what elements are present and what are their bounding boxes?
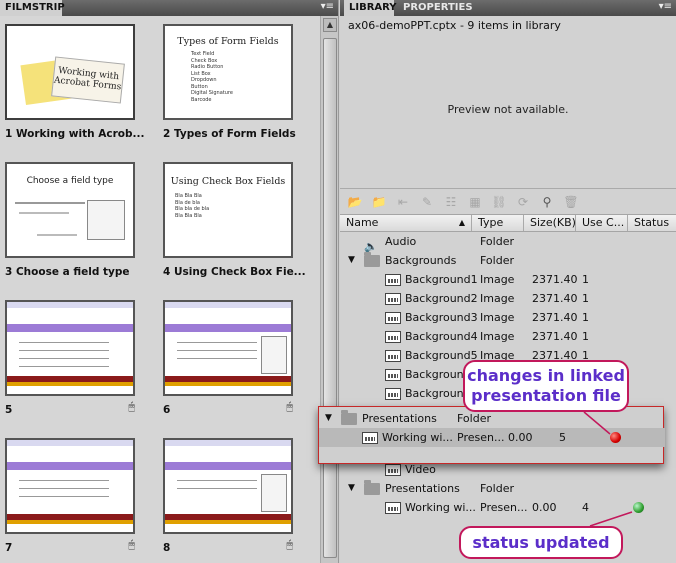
slide-image: Types of Form Fields Text Field Check Bo… [163, 24, 293, 120]
status-ok-icon [633, 502, 644, 513]
folder-icon [341, 410, 357, 425]
open-library-icon[interactable]: 📂 [346, 194, 364, 210]
image-icon [385, 274, 401, 286]
video-icon [385, 464, 401, 476]
slide-title: Types of Form Fields [177, 36, 279, 47]
library-toolbar: 📂 📁 ⇤ ✎ ☷ ▦ ⛓ ⟳ ⚲ 🗑 [340, 188, 676, 212]
slide-thumbnail-2[interactable]: Types of Form Fields Text Field Check Bo… [163, 24, 296, 140]
scroll-thumb[interactable] [323, 38, 337, 558]
filmstrip-tabbar: FILMSTRIP ▾≡ [0, 0, 338, 16]
image-icon [385, 293, 401, 305]
slide-thumbnail-8[interactable]: 8 🖱 [163, 438, 293, 554]
image-icon [385, 331, 401, 343]
slide-thumbnail-3[interactable]: Choose a field type 3 Choose a field typ… [5, 162, 135, 278]
slide-title: Working with Acrobat Forms [53, 65, 122, 93]
library-row[interactable]: Working wi... Presen... 0.00 4 [340, 498, 676, 517]
edit-icon[interactable]: ✎ [418, 194, 436, 210]
tab-library[interactable]: LIBRARY [344, 0, 397, 16]
slide-title: Using Check Box Fields [170, 176, 286, 187]
filmstrip-panel: FILMSTRIP ▾≡ Working with Acrobat Forms … [0, 0, 339, 563]
library-row[interactable]: ▼ Presentations Folder [340, 479, 676, 498]
slide-thumbnail-1[interactable]: Working with Acrobat Forms 1 Working wit… [5, 24, 145, 140]
column-size[interactable]: Size(KB) [524, 215, 576, 231]
slide-image [5, 438, 135, 534]
column-type[interactable]: Type [472, 215, 524, 231]
panel-menu-icon[interactable]: ▾≡ [659, 1, 672, 12]
callout-status-updated: status updated [459, 526, 623, 559]
slide-image [163, 438, 293, 534]
mouse-icon: 🖱 [286, 538, 293, 551]
scroll-up-icon[interactable]: ▲ [323, 18, 337, 32]
status-changed-icon [610, 432, 621, 443]
library-panel: LIBRARY PROPERTIES ▾≡ ax06-demoPPT.cptx … [340, 0, 676, 563]
usage-icon[interactable]: ▦ [466, 194, 484, 210]
library-info: ax06-demoPPT.cptx - 9 items in library [348, 19, 561, 32]
slide-caption: 4 Using Check Box Fie... [163, 266, 306, 278]
library-column-header: Name ▲ Type Size(KB) Use C... Status [340, 214, 676, 232]
presentation-icon [362, 432, 378, 444]
slide-image: Working with Acrobat Forms [5, 24, 135, 120]
library-row[interactable]: ▼ Backgrounds Folder [340, 251, 676, 270]
slide-caption: 6 [163, 404, 171, 416]
library-row[interactable]: Background3 Image 2371.40 1 [340, 308, 676, 327]
slide-image [163, 300, 293, 396]
slide-caption: 8 [163, 542, 171, 554]
slide-bullets: Bla Bla Bla Bla de bla Bla bla de bla Bl… [175, 193, 210, 219]
filmstrip-slides: Working with Acrobat Forms 1 Working wit… [0, 16, 319, 563]
expand-icon[interactable]: ▼ [325, 409, 332, 428]
slide-thumbnail-5[interactable]: 5 🖱 [5, 300, 135, 416]
select-unused-icon[interactable]: ⚲ [538, 194, 556, 210]
library-tabbar: LIBRARY PROPERTIES ▾≡ [340, 0, 676, 16]
folder-icon [364, 252, 380, 267]
library-row[interactable]: Background4 Image 2371.40 1 [340, 327, 676, 346]
panel-menu-icon[interactable]: ▾≡ [321, 1, 334, 12]
callout-changes: changes in linked presentation file [463, 360, 629, 412]
image-icon [385, 350, 401, 362]
mouse-icon: 🖱 [286, 400, 293, 413]
filmstrip-scrollbar[interactable]: ▲ [320, 16, 338, 563]
column-use-count[interactable]: Use C... [576, 215, 628, 231]
slide-title: Choose a field type [26, 176, 114, 186]
slide-caption: 2 Types of Form Fields [163, 128, 296, 140]
update-icon[interactable]: ⟳ [514, 194, 532, 210]
expand-icon[interactable]: ▼ [348, 251, 355, 270]
image-icon [385, 388, 401, 400]
presentation-icon [385, 502, 401, 514]
preview-text: Preview not available. [447, 102, 569, 116]
slide-caption: 3 Choose a field type [5, 266, 130, 278]
slide-image: Choose a field type [5, 162, 135, 258]
link-icon[interactable]: ⛓ [490, 194, 508, 210]
tab-properties[interactable]: PROPERTIES [398, 0, 473, 16]
speaker-icon: 🔈 [364, 240, 378, 253]
slide-thumbnail-4[interactable]: Using Check Box Fields Bla Bla Bla Bla d… [163, 162, 306, 278]
image-icon [385, 312, 401, 324]
zoomed-library-rows: ▼ Presentations Folder Working wi... Pre… [318, 406, 665, 464]
library-row[interactable]: Background2 Image 2371.40 1 [340, 289, 676, 308]
slide-thumbnail-6[interactable]: 6 🖱 [163, 300, 293, 416]
export-icon[interactable]: ⇤ [394, 194, 412, 210]
slide-caption: 7 [5, 542, 13, 554]
mouse-icon: 🖱 [128, 400, 135, 413]
column-name[interactable]: Name ▲ [340, 215, 472, 231]
library-row-selected[interactable]: Working wi... Presen... 0.00 5 [319, 428, 665, 447]
slide-image [5, 300, 135, 396]
library-row[interactable]: 🔈 Audio Folder [340, 232, 676, 253]
properties-icon[interactable]: ☷ [442, 194, 460, 210]
delete-icon[interactable]: 🗑 [562, 194, 580, 210]
folder-icon [364, 480, 380, 495]
image-icon [385, 369, 401, 381]
slide-image: Using Check Box Fields Bla Bla Bla Bla d… [163, 162, 293, 258]
mouse-icon: 🖱 [128, 538, 135, 551]
tab-filmstrip[interactable]: FILMSTRIP [0, 0, 65, 16]
preview-area: Preview not available. [340, 36, 676, 182]
sort-asc-icon: ▲ [458, 218, 465, 227]
slide-caption: 1 Working with Acrob... [5, 128, 145, 140]
slide-bullets: Text Field Check Box Radio Button List B… [191, 51, 233, 103]
library-row[interactable]: Background1 Image 2371.40 1 [340, 270, 676, 289]
column-status[interactable]: Status [628, 215, 676, 231]
import-icon[interactable]: 📁 [370, 194, 388, 210]
slide-thumbnail-7[interactable]: 7 🖱 [5, 438, 135, 554]
slide-caption: 5 [5, 404, 13, 416]
expand-icon[interactable]: ▼ [348, 479, 355, 498]
